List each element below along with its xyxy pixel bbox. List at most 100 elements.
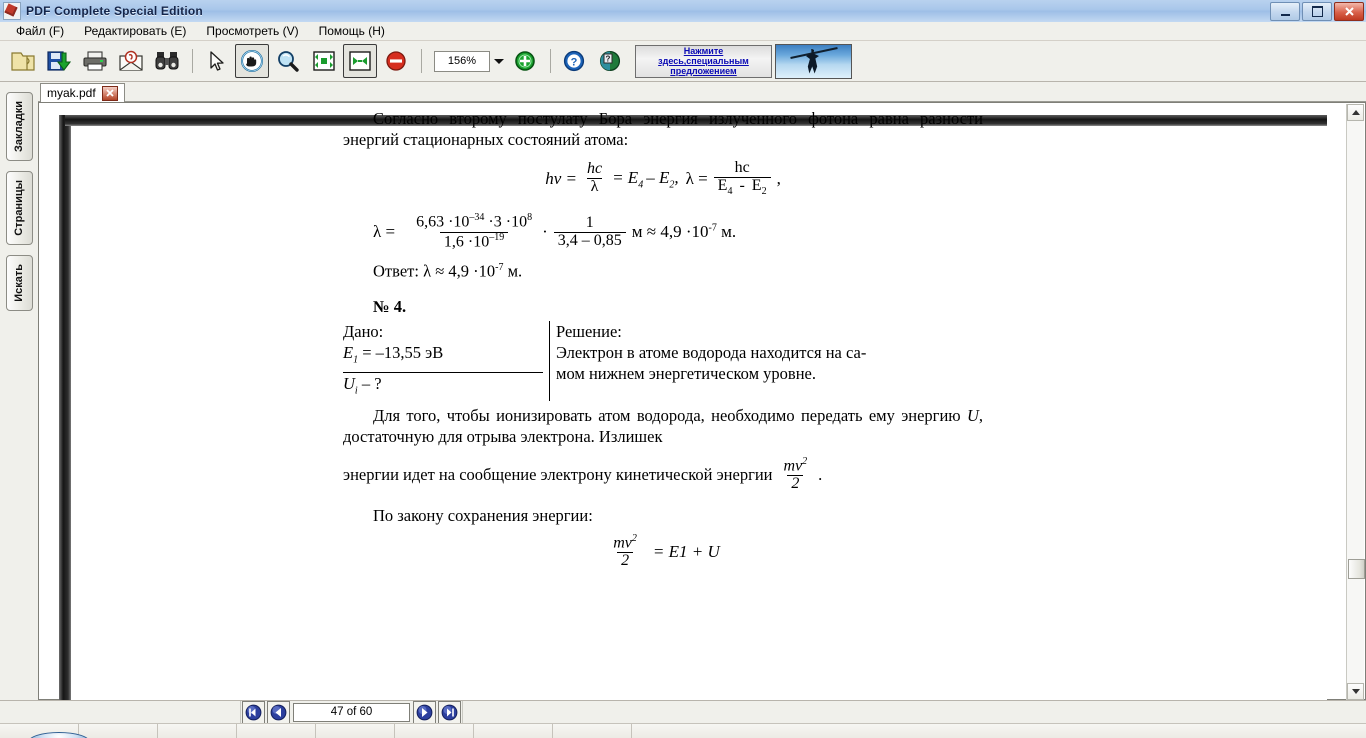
page-number-field[interactable]: 47 of 60	[293, 702, 410, 722]
eq1-frac-den: λ	[586, 178, 603, 196]
title-bar: PDF Complete Special Edition	[0, 0, 1366, 23]
solution-column: Решение: Электрон в атоме водорода наход…	[550, 321, 955, 401]
eq3-frac-num: mv2	[613, 532, 637, 552]
scrollbar-thumb[interactable]	[1348, 559, 1365, 579]
taskbar-cell[interactable]	[237, 724, 316, 738]
scroll-up-button[interactable]	[1347, 104, 1364, 121]
close-button[interactable]	[1334, 2, 1364, 21]
hand-tool-icon[interactable]	[235, 44, 269, 78]
taskbar-cell[interactable]	[474, 724, 553, 738]
scroll-down-button[interactable]	[1347, 683, 1364, 700]
eq2-unit: м ≈ 4,9 ·10-7 м.	[631, 222, 737, 242]
close-icon[interactable]	[101, 85, 118, 101]
sidebar-tab-bookmarks[interactable]: Закладки	[5, 92, 33, 162]
sidebar-tab-search[interactable]: Искать	[5, 254, 33, 311]
open-folder-icon[interactable]	[6, 44, 40, 78]
nav-left-spacer	[0, 701, 241, 723]
inline-frac-den: 2	[787, 474, 804, 493]
eq1-mid: = E4	[612, 167, 644, 190]
menu-edit[interactable]: Редактировать (E)	[74, 22, 196, 40]
maximize-button[interactable]	[1302, 2, 1332, 21]
windows-taskbar	[0, 723, 1366, 738]
eq2-frac2-den: 3,4 – 0,85	[553, 231, 626, 250]
given-line-1: E1 = –13,55 эВ	[343, 342, 543, 373]
toolbar-separator-1	[192, 49, 193, 73]
eq2-lhs: λ =	[373, 222, 396, 242]
answer-line: Ответ: λ ≈ 4,9 ·10-7 м.	[373, 261, 523, 281]
eq1-frac-hc-deltaE: hc E4 - E2	[713, 159, 771, 198]
taskbar-cell[interactable]	[553, 724, 632, 738]
given-line-2: Ui – ?	[343, 373, 382, 396]
minimize-button[interactable]	[1270, 2, 1300, 21]
equation-wavelength-calc: λ = 6,63 ·10–34 ·3 ·108 1,6 ·10–19 · 1 3…	[343, 213, 983, 250]
document-tab[interactable]: myak.pdf	[40, 83, 125, 102]
eq2-dot: ·	[542, 222, 548, 242]
select-cursor-icon[interactable]	[199, 44, 233, 78]
sidebar-panel: Закладки Страницы Искать	[0, 82, 39, 700]
stop-icon[interactable]	[379, 44, 413, 78]
eq2-frac-num: 6,63 ·10–34 ·3 ·108	[416, 212, 533, 231]
next-page-button[interactable]	[413, 700, 436, 724]
app-diamond-icon	[3, 2, 21, 20]
menu-file[interactable]: Файл (F)	[6, 22, 74, 40]
zoom-level-field[interactable]: 156%	[434, 50, 490, 72]
eq1-lhs: hν =	[545, 168, 577, 188]
menu-help[interactable]: Помощь (H)	[309, 22, 395, 40]
about-icon[interactable]: ?	[593, 44, 627, 78]
page-navigation-bar: 47 of 60	[0, 700, 1366, 724]
print-icon[interactable]	[78, 44, 112, 78]
fit-width-icon[interactable]	[343, 44, 377, 78]
document-tab-label: myak.pdf	[47, 86, 96, 100]
sidebar-tab-pages[interactable]: Страницы	[5, 171, 33, 245]
nav-right-spacer	[462, 701, 1366, 723]
fit-page-icon[interactable]	[307, 44, 341, 78]
window-controls	[1270, 2, 1364, 21]
taskbar-cell[interactable]	[316, 724, 395, 738]
vertical-scrollbar[interactable]	[1346, 104, 1365, 700]
eq3-rhs: = E1 + U	[652, 541, 720, 561]
task-number: № 4.	[373, 297, 407, 317]
first-page-button[interactable]	[242, 700, 265, 724]
paragraph-bohr-postulate: Согласно второму постулату Бора энергия …	[343, 109, 983, 149]
toolbar-separator-2	[421, 49, 422, 73]
ad-banner-image[interactable]	[775, 43, 852, 79]
eq1-frac2-den: E4 - E2	[713, 176, 771, 198]
paragraph-kinetic-energy: энергии идет на сообщение электрону кине…	[343, 455, 823, 493]
given-heading: Дано:	[343, 322, 384, 342]
sidebar-tab-search-label: Искать	[13, 263, 25, 302]
eq1-frac-num: hc	[586, 160, 603, 178]
ad-line-1: Нажмите	[683, 46, 724, 56]
sidebar-tab-bookmarks-label: Закладки	[13, 101, 25, 153]
help-icon[interactable]: ?	[557, 44, 591, 78]
last-page-button[interactable]	[438, 700, 461, 724]
taskbar-cell[interactable]	[395, 724, 474, 738]
equation-energy-balance: mv2 2 = E1 + U	[343, 532, 983, 570]
inline-frac-num: mv2	[783, 455, 808, 475]
ad-line-3: предложением	[670, 66, 737, 76]
previous-page-button[interactable]	[267, 700, 290, 724]
taskbar-cell[interactable]	[79, 724, 158, 738]
pdf-complete-window: PDF Complete Special Edition Файл (F) Ре…	[0, 0, 1366, 738]
solution-line-1: Электрон в атоме водорода находится на с…	[556, 343, 867, 363]
window-title: PDF Complete Special Edition	[26, 4, 203, 18]
eq2-frac-main: 6,63 ·10–34 ·3 ·108 1,6 ·10–19	[412, 213, 536, 250]
paragraph-ionization: Для того, чтобы ионизировать атом водоро…	[343, 405, 983, 446]
ad-line-2: здесь,специальным	[658, 56, 749, 66]
page-left-edge	[59, 115, 71, 707]
save-icon[interactable]	[42, 44, 76, 78]
taskbar-cell[interactable]	[158, 724, 237, 738]
pdf-page-content: Согласно второму постулату Бора энергия …	[343, 108, 983, 570]
sidebar-tab-pages-label: Страницы	[13, 180, 25, 236]
document-tab-strip: myak.pdf	[38, 82, 1366, 102]
binoculars-icon[interactable]	[150, 44, 184, 78]
zoom-dropdown-arrow[interactable]	[490, 52, 508, 71]
email-icon[interactable]	[114, 44, 148, 78]
eq1-frac-hc-lambda: hc λ	[583, 161, 606, 196]
toolbar-separator-3	[550, 49, 551, 73]
solution-heading: Решение:	[556, 322, 622, 342]
ad-banner-text[interactable]: Нажмите здесь,специальным предложением	[635, 44, 772, 78]
magnifier-icon[interactable]	[271, 44, 305, 78]
zoom-in-button[interactable]	[508, 44, 542, 78]
eq3-frac-den: 2	[617, 551, 634, 570]
menu-view[interactable]: Просмотреть (V)	[196, 22, 308, 40]
